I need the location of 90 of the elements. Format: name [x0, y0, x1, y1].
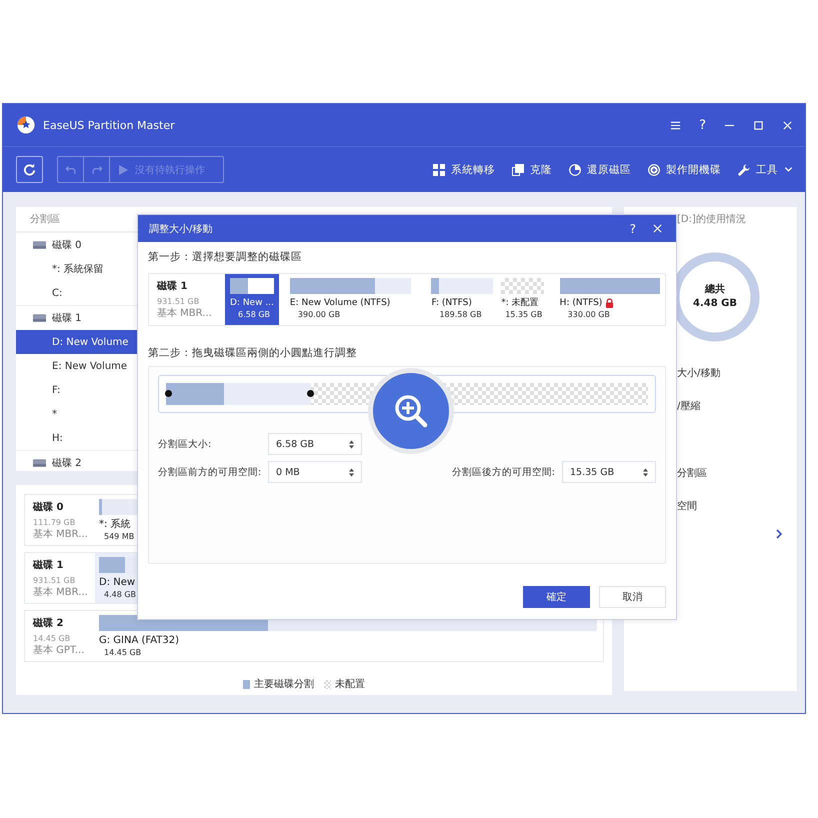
partition-block[interactable]: *: 未配置 15.35 GB [496, 274, 549, 325]
disk-type: 基本 MBR... [33, 587, 87, 598]
disk-name: 磁碟 1 [157, 280, 188, 294]
undo-icon [64, 164, 76, 176]
window-title: EaseUS Partition Master [43, 118, 175, 132]
maximize-icon[interactable] [753, 120, 764, 130]
disk-size: 14.45 GB [33, 633, 72, 644]
legend-label: 未配置 [335, 678, 365, 691]
partition-label: G: GINA (FAT32) [99, 635, 180, 647]
close-icon[interactable] [782, 120, 793, 130]
partition-size: 6.58 GB [238, 309, 270, 320]
spinner-arrows-icon[interactable] [349, 440, 354, 448]
usage-label: 總共 [705, 283, 725, 297]
checker-swatch-icon [324, 680, 331, 688]
disk-name: 磁碟 0 [33, 501, 64, 515]
toolbar-button[interactable]: 系統轉移 [433, 162, 495, 176]
spinner-arrows-icon[interactable] [643, 468, 648, 476]
disk-name: 磁碟 1 [33, 559, 64, 573]
play-icon [118, 164, 128, 174]
partition-label: H: (NTFS) [560, 297, 602, 309]
action-link[interactable]: 大小/移動 [677, 368, 797, 380]
action-link[interactable]: /壓縮 [677, 401, 797, 413]
spin-field[interactable]: 6.58 GB [268, 433, 362, 455]
drive-icon [33, 313, 46, 323]
partition-block[interactable]: E: New Volume (NTFS) 390.00 GB [284, 274, 416, 325]
field-label: 分割區後方的可用空間: [452, 466, 555, 478]
chevron-right-icon[interactable] [775, 529, 783, 539]
refresh-icon [23, 163, 36, 176]
toolbar-button[interactable]: 還原磁區 [569, 162, 631, 176]
usage-total: 4.48 GB [693, 297, 737, 311]
partition-label: F: (NTFS) [431, 297, 472, 309]
copy-icon [512, 164, 524, 176]
dialog-title: 調整大小/移動 [149, 222, 212, 236]
cancel-button[interactable]: 取消 [599, 586, 666, 608]
partition-size: 189.58 GB [439, 309, 482, 320]
toolbar-button[interactable]: 製作開機碟 [648, 162, 721, 176]
disk-type: 基本 MBR... [157, 308, 211, 319]
toolbar-button[interactable]: 克隆 [512, 162, 552, 176]
toolbar-button[interactable]: 工具 [738, 162, 793, 176]
close-icon[interactable] [652, 223, 663, 234]
help-button[interactable]: ? [699, 118, 706, 132]
disk-type: 基本 MBR... [33, 529, 87, 540]
action-link[interactable]: 分割區 [677, 468, 797, 480]
usage-bar [431, 278, 494, 294]
plus-circle-icon [648, 164, 660, 176]
partition-size: 4.48 GB [104, 589, 136, 600]
step-label: 第一步：選擇想要調整的磁碟區 [148, 250, 303, 264]
legend-swatch-icon [243, 680, 250, 688]
disk-size: 931.51 GB [157, 296, 200, 308]
menu-icon[interactable] [670, 120, 682, 130]
field-label: 分割區大小: [158, 438, 212, 450]
partition-size: 549 MB [104, 531, 134, 542]
drag-handle[interactable] [165, 390, 172, 397]
disk-size: 111.79 GB [33, 517, 76, 528]
step-label: 第二步：拖曳磁碟區兩側的小圓點進行調整 [148, 346, 358, 360]
partition-size: 330.00 GB [568, 309, 610, 320]
partition-size: 14.45 GB [104, 647, 142, 658]
usage-bar [230, 278, 274, 294]
action-link[interactable]: 空間 [677, 501, 797, 513]
windows-icon [433, 164, 445, 176]
partition-block[interactable]: F: (NTFS) 189.58 GB [426, 274, 498, 325]
disk-size: 931.51 GB [33, 575, 76, 586]
partition-label: *: 未配置 [501, 297, 539, 309]
partition-label: E: New Volume (NTFS) [290, 297, 390, 309]
logo-icon [17, 116, 35, 134]
partition-label: D: New ... [230, 297, 274, 309]
spinner-arrows-icon[interactable] [349, 468, 354, 476]
spin-field[interactable]: 15.35 GB [562, 461, 656, 483]
refresh-button[interactable] [16, 156, 43, 183]
partition-size: 15.35 GB [505, 309, 542, 320]
partition-label: D: New [99, 577, 136, 589]
unallocated-bar [501, 278, 544, 294]
drive-icon [33, 458, 46, 468]
pie-chart-icon [569, 164, 581, 176]
legend-label: 主要磁碟分割 [254, 678, 314, 691]
partition-label: *: 系統 [99, 519, 131, 531]
panel-title: [D:]的使用情況 [677, 214, 747, 226]
disk-name: 磁碟 2 [33, 617, 64, 631]
column-header: 分割區 [30, 212, 60, 226]
partition-block[interactable]: D: New ... 6.58 GB [225, 274, 279, 325]
field-label: 分割區前方的可用空間: [158, 466, 262, 478]
redo-icon [90, 164, 102, 176]
drive-icon [33, 240, 46, 250]
partition-block[interactable]: H: (NTFS) 330.00 GB [554, 274, 666, 325]
spin-field[interactable]: 0 MB [268, 461, 362, 483]
disk-type: 基本 GPT... [33, 645, 86, 656]
wrench-icon [738, 164, 750, 176]
partition-size: 390.00 GB [298, 309, 340, 320]
confirm-button[interactable]: 確定 [523, 586, 590, 608]
help-button[interactable]: ? [630, 222, 636, 236]
